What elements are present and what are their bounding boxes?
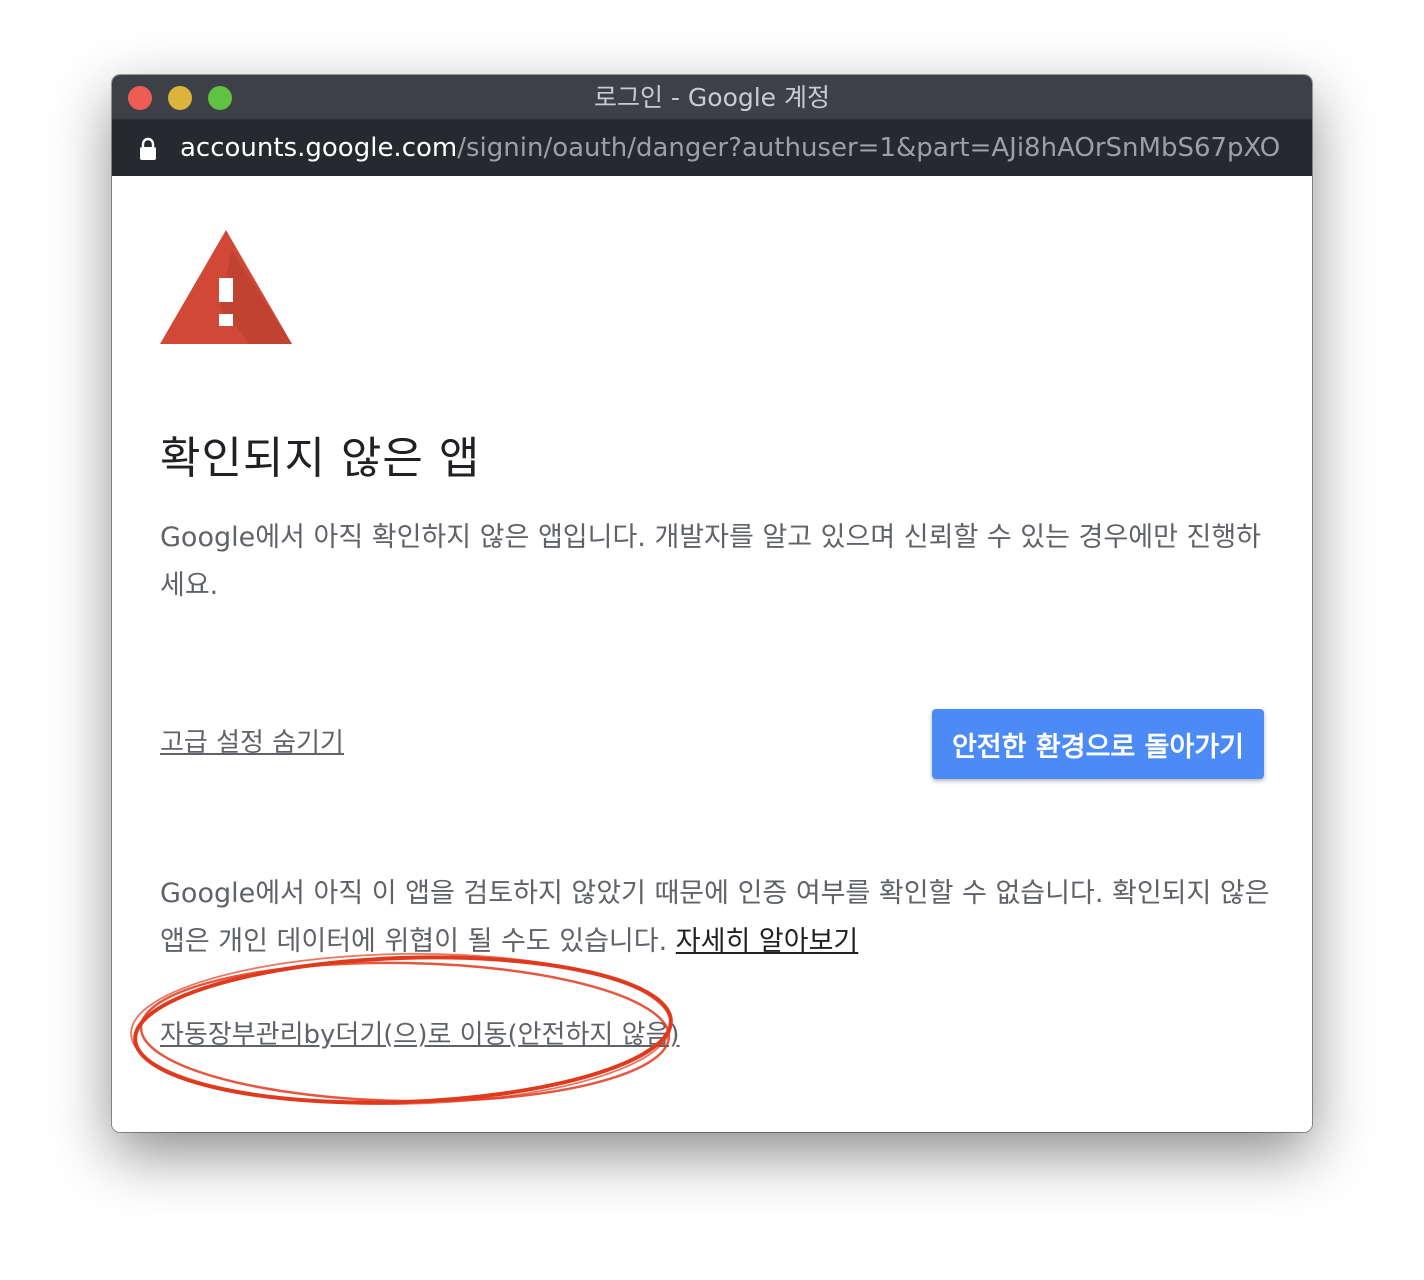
lock-icon <box>140 137 156 160</box>
page-title: 확인되지 않은 앱 <box>160 433 481 484</box>
learn-more-link[interactable]: 자세히 알아보기 <box>676 926 858 957</box>
title-bar[interactable]: 로그인 - Google 계정 <box>112 75 1312 120</box>
hide-advanced-link[interactable]: 고급 설정 숨기기 <box>160 722 344 759</box>
window-title: 로그인 - Google 계정 <box>593 83 831 112</box>
url-host: accounts.google.com <box>180 133 458 163</box>
address-bar[interactable]: accounts.google.com/signin/oauth/danger?… <box>112 120 1312 176</box>
page-content: 확인되지 않은 앱 Google에서 아직 확인하지 않은 앱입니다. 개발자를… <box>112 176 1312 1132</box>
advanced-details-text: Google에서 아직 이 앱을 검토하지 않았기 때문에 인증 여부를 확인할… <box>160 870 1270 966</box>
back-to-safety-button[interactable]: 안전한 환경으로 돌아가기 <box>932 709 1264 779</box>
browser-window: 로그인 - Google 계정 accounts.google.com/sign… <box>112 75 1312 1132</box>
warning-triangle-icon <box>160 230 292 344</box>
url-path: /signin/oauth/danger?authuser=1&part=AJi… <box>457 133 1280 163</box>
warning-description: Google에서 아직 확인하지 않은 앱입니다. 개발자를 알고 있으며 신뢰… <box>160 522 1262 601</box>
proceed-unsafe-link[interactable]: 자동장부관리by더기(으)로 이동(안전하지 않음) <box>160 1014 680 1051</box>
url-text[interactable]: accounts.google.com/signin/oauth/danger?… <box>180 120 1280 176</box>
